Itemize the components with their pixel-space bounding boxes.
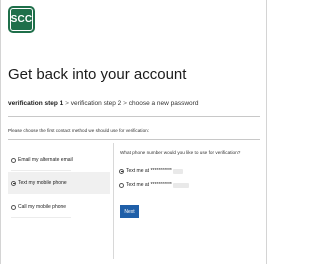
masked-number <box>172 168 183 174</box>
radio-icon[interactable] <box>119 182 124 188</box>
left-frame-border <box>0 0 1 264</box>
phone-question: What phone number would you like to use … <box>120 150 241 155</box>
divider <box>8 116 260 117</box>
divider <box>8 139 260 140</box>
phone-option-label: Text me at *********** <box>126 168 172 174</box>
method-label: Text my mobile phone <box>18 180 67 186</box>
method-text-mobile[interactable]: Text my mobile phone <box>8 172 110 194</box>
radio-icon[interactable] <box>11 204 16 210</box>
phone-option-label: Text me at *********** <box>126 182 172 188</box>
method-label: Call my mobile phone <box>18 204 67 210</box>
contact-method-list: Email my alternate email Text my mobile … <box>8 143 110 259</box>
method-email-alternate[interactable]: Email my alternate email <box>8 149 110 171</box>
breadcrumb: verification step 1 > verification step … <box>8 100 198 107</box>
method-underline <box>11 217 71 218</box>
radio-icon[interactable] <box>11 157 16 163</box>
breadcrumb-separator: > <box>63 100 71 107</box>
method-call-mobile[interactable]: Call my mobile phone <box>8 196 110 218</box>
next-button[interactable]: Next <box>120 205 139 218</box>
page-title: Get back into your account <box>8 66 187 83</box>
phone-option-1[interactable]: Text me at *********** <box>119 168 183 174</box>
method-underline <box>11 170 71 171</box>
instruction-text: Please choose the first contact method w… <box>8 128 149 133</box>
right-frame-border <box>266 0 267 264</box>
phone-option-2[interactable]: Text me at *********** <box>119 182 189 188</box>
radio-selected-icon[interactable] <box>11 180 16 186</box>
radio-selected-icon[interactable] <box>119 168 124 174</box>
scc-logo: SCC <box>8 6 35 33</box>
breadcrumb-separator: > <box>121 100 129 107</box>
breadcrumb-step-1: verification step 1 <box>8 100 64 107</box>
logo-border: SCC <box>10 8 33 31</box>
breadcrumb-step-2: verification step 2 <box>70 100 122 107</box>
method-label: Email my alternate email <box>18 157 73 163</box>
panel-divider <box>113 143 114 259</box>
logo-text: SCC <box>10 14 33 25</box>
breadcrumb-step-3: choose a new password <box>128 100 199 107</box>
masked-number <box>172 182 189 188</box>
